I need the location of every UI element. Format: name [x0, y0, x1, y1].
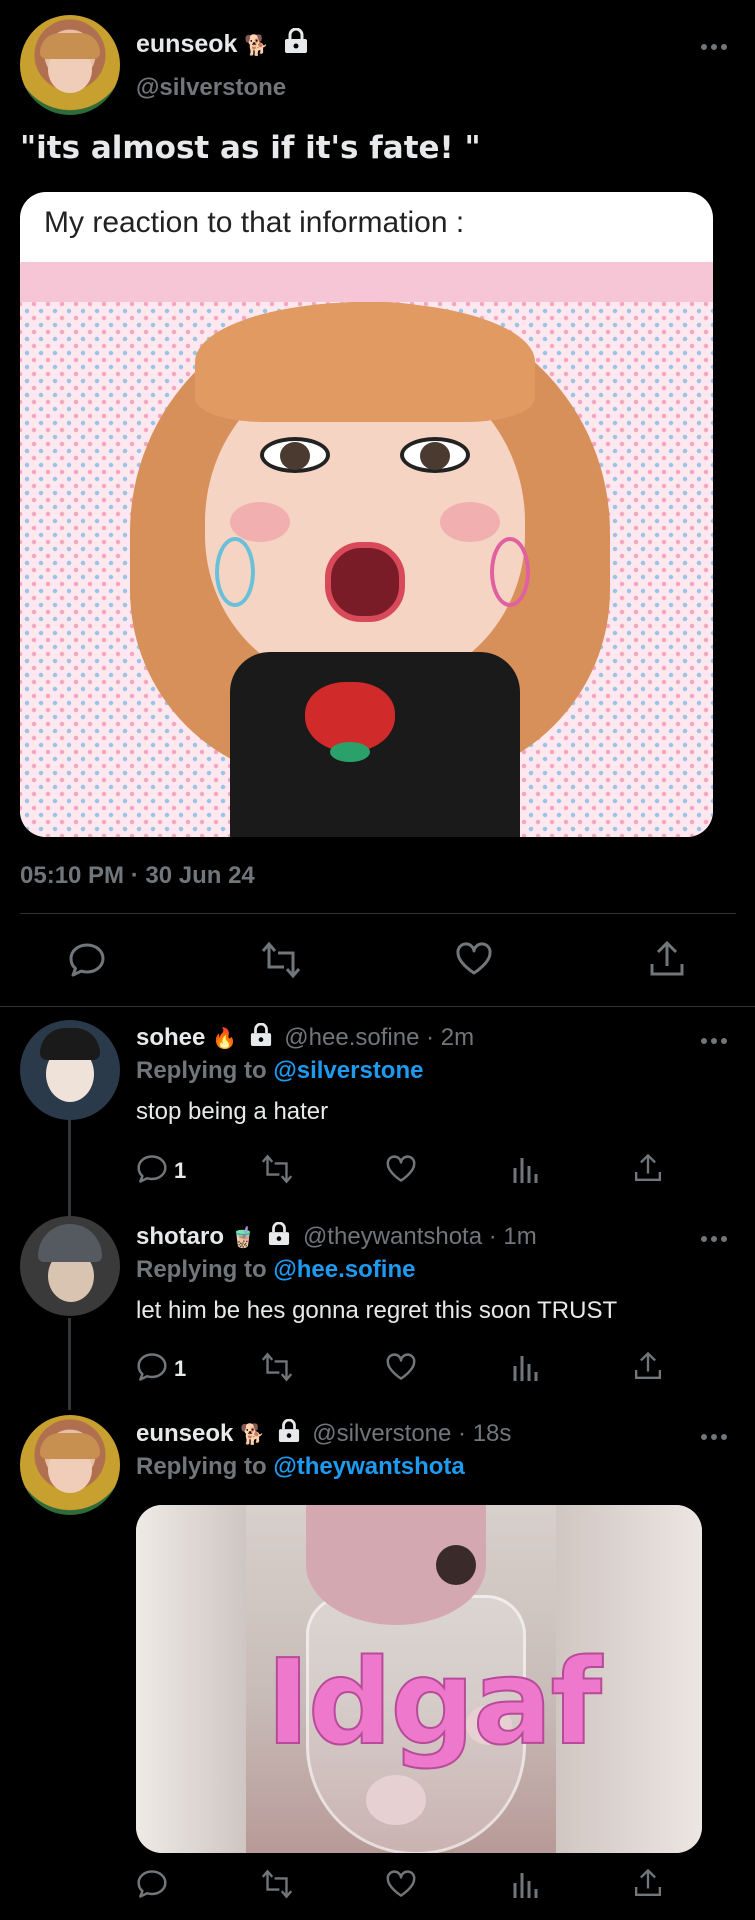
more-icon[interactable] — [700, 43, 728, 51]
replying-label: Replying to — [136, 1057, 267, 1084]
reply-icon[interactable] — [136, 1154, 168, 1184]
action-bar — [0, 935, 755, 985]
author-name[interactable]: eunseok — [136, 30, 237, 58]
author-name[interactable]: eunseok — [136, 1420, 233, 1447]
retweet-icon[interactable] — [260, 1352, 294, 1382]
main-tweet: eunseok 🐕 @silverstone "its almost as if… — [0, 0, 755, 1007]
reply-count: 1 — [174, 1356, 187, 1381]
like-icon[interactable] — [455, 942, 493, 976]
author-handle[interactable]: @silverstone — [136, 74, 286, 102]
replying-to-link[interactable]: @theywantshota — [273, 1453, 464, 1480]
more-icon[interactable] — [700, 1235, 728, 1243]
author-name[interactable]: shotaro — [136, 1223, 224, 1250]
reply-time[interactable]: · 18s — [458, 1420, 511, 1447]
lock-icon — [268, 1222, 290, 1246]
replying-to-link[interactable]: @hee.sofine — [273, 1256, 415, 1283]
name-emoji: 🧋 — [230, 1227, 256, 1249]
tweet-timestamp[interactable]: 05:10 PM · 30 Jun 24 — [20, 862, 255, 890]
name-emoji: 🔥 — [212, 1028, 237, 1050]
reply-tweet[interactable]: sohee 🔥 @hee.sofine · 2m Replying to @si… — [0, 1010, 755, 1210]
divider — [0, 1006, 755, 1007]
reply-icon[interactable] — [136, 1869, 168, 1899]
lock-icon — [284, 28, 308, 54]
retweet-icon[interactable] — [260, 1869, 294, 1899]
avatar[interactable] — [20, 1415, 120, 1515]
avatar[interactable] — [20, 1020, 120, 1120]
reply-media[interactable]: Idgaf — [136, 1505, 702, 1853]
name-emoji: 🐕 — [240, 1424, 265, 1446]
author-handle[interactable]: @silverstone — [312, 1420, 451, 1447]
reply-text: let him be hes gonna regret this soon TR… — [136, 1297, 618, 1324]
name-emoji: 🐕 — [244, 35, 270, 57]
retweet-icon[interactable] — [260, 941, 302, 979]
action-bar — [0, 1865, 755, 1909]
reply-icon[interactable] — [68, 942, 106, 978]
share-icon[interactable] — [633, 1351, 663, 1381]
lock-icon — [278, 1419, 300, 1443]
reply-tweet[interactable]: shotaro 🧋 @theywantshota · 1m Replying t… — [0, 1208, 755, 1408]
author-handle[interactable]: @hee.sofine — [284, 1024, 419, 1051]
divider — [20, 913, 736, 914]
reply-icon[interactable] — [136, 1352, 168, 1382]
author-handle[interactable]: @theywantshota — [303, 1223, 482, 1250]
avatar[interactable] — [20, 1216, 120, 1316]
replying-label: Replying to — [136, 1256, 267, 1283]
replying-to-link[interactable]: @silverstone — [273, 1057, 423, 1084]
reply-time[interactable]: · 2m — [426, 1024, 474, 1051]
views-icon[interactable] — [512, 1154, 538, 1184]
action-bar: 1 — [0, 1348, 755, 1392]
media-photo — [20, 262, 713, 837]
share-icon[interactable] — [633, 1868, 663, 1898]
reply-text: stop being a hater — [136, 1098, 329, 1125]
like-icon[interactable] — [385, 1155, 417, 1183]
reply-time[interactable]: · 1m — [489, 1223, 537, 1250]
views-icon[interactable] — [512, 1869, 538, 1899]
reply-tweet[interactable]: eunseok 🐕 @silverstone · 18s Replying to… — [0, 1405, 755, 1920]
lock-icon — [250, 1023, 272, 1047]
views-icon[interactable] — [512, 1352, 538, 1382]
tweet-text: "its almost as if it's fate! " — [20, 130, 481, 166]
share-icon[interactable] — [648, 940, 686, 978]
tweet-media[interactable]: My reaction to that information : — [20, 192, 713, 837]
replying-label: Replying to — [136, 1453, 267, 1480]
action-bar: 1 — [0, 1150, 755, 1194]
more-icon[interactable] — [700, 1037, 728, 1045]
retweet-icon[interactable] — [260, 1154, 294, 1184]
share-icon[interactable] — [633, 1153, 663, 1183]
gif-text: Idgaf — [265, 1632, 603, 1772]
like-icon[interactable] — [385, 1870, 417, 1898]
avatar[interactable] — [20, 15, 120, 115]
like-icon[interactable] — [385, 1353, 417, 1381]
media-caption: My reaction to that information : — [44, 206, 465, 239]
author-name[interactable]: sohee — [136, 1024, 205, 1051]
more-icon[interactable] — [700, 1433, 728, 1441]
reply-count: 1 — [174, 1158, 187, 1183]
